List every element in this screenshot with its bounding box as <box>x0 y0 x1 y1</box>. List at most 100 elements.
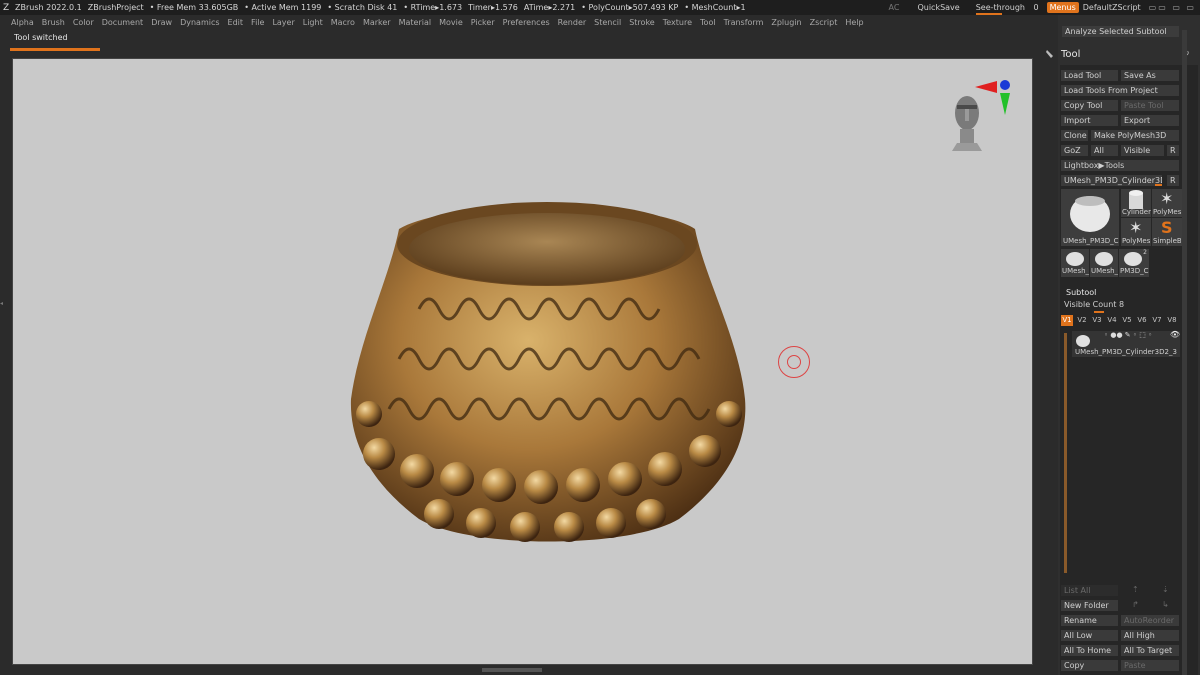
title-right-controls: AC QuickSave See-through 0 Menus Default… <box>881 0 1200 15</box>
subtool-toggle-icons[interactable]: ◦ ●● ✎ ◦ ⬚ ◦ <box>1104 331 1152 339</box>
arrow-up-icon[interactable]: ⇡ <box>1132 585 1139 594</box>
subtool-scrollbar[interactable] <box>1064 333 1067 573</box>
menu-marker[interactable]: Marker <box>363 18 391 27</box>
goz-all-button[interactable]: All <box>1091 145 1118 156</box>
undo-icon[interactable]: ↳ <box>1162 600 1169 609</box>
menu-file[interactable]: File <box>251 18 264 27</box>
tool-thumb-main[interactable]: UMesh_PM3D_C <box>1061 189 1119 246</box>
axis-gizmo-icon[interactable] <box>975 77 1015 121</box>
menu-document[interactable]: Document <box>102 18 143 27</box>
current-tool-r-button[interactable]: R <box>1167 175 1179 186</box>
goz-button[interactable]: GoZ <box>1061 145 1088 156</box>
menu-zscript[interactable]: Zscript <box>810 18 838 27</box>
list-all-button[interactable]: List All <box>1061 585 1118 596</box>
save-as-button[interactable]: Save As <box>1121 70 1179 81</box>
tool-thumb-3-count: 2 <box>1143 249 1147 256</box>
menu-zplugin[interactable]: Zplugin <box>771 18 801 27</box>
menu-render[interactable]: Render <box>558 18 586 27</box>
all-to-home-button[interactable]: All To Home <box>1061 645 1118 656</box>
paste-tool-button[interactable]: Paste Tool <box>1121 100 1179 111</box>
tool-thumb-3[interactable]: 2 PM3D_C <box>1119 249 1149 277</box>
load-tools-from-project-button[interactable]: Load Tools From Project <box>1061 85 1179 96</box>
left-tray-handle[interactable]: ◂ <box>0 300 6 350</box>
tool-thumb-simpleb[interactable]: S SimpleB <box>1152 218 1182 246</box>
tool-thumb-polymesh2[interactable]: ✶ PolyMes <box>1121 218 1151 246</box>
goz-visible-button[interactable]: Visible <box>1121 145 1164 156</box>
menu-brush[interactable]: Brush <box>42 18 65 27</box>
subtool-header[interactable]: Subtool <box>1066 286 1096 300</box>
project-name: ZBrushProject <box>87 3 144 12</box>
menu-picker[interactable]: Picker <box>471 18 495 27</box>
visible-count-bar <box>1094 311 1104 313</box>
redo-icon[interactable]: ↱ <box>1132 600 1139 609</box>
tool-thumb-1[interactable]: UMesh_ <box>1061 249 1089 277</box>
active-mem: • Active Mem 1199 <box>244 3 322 12</box>
all-to-target-button[interactable]: All To Target <box>1121 645 1179 656</box>
eye-icon[interactable]: 👁 <box>1170 330 1180 339</box>
tool-thumb-cylinder[interactable]: Cylinder <box>1121 189 1151 217</box>
canvas-viewport[interactable] <box>12 58 1033 665</box>
menu-movie[interactable]: Movie <box>439 18 463 27</box>
subtool-item[interactable]: ◦ ●● ✎ ◦ ⬚ ◦ 👁 UMesh_PM3D_Cylinder3D2_3 <box>1072 330 1180 357</box>
make-polymesh-button[interactable]: Make PolyMesh3D <box>1091 130 1179 141</box>
menu-stroke[interactable]: Stroke <box>629 18 655 27</box>
new-folder-button[interactable]: New Folder <box>1061 600 1118 611</box>
analyze-subtool-button[interactable]: Analyze Selected Subtool <box>1062 26 1179 37</box>
menu-light[interactable]: Light <box>303 18 323 27</box>
menu-alpha[interactable]: Alpha <box>11 18 34 27</box>
menu-transform[interactable]: Transform <box>724 18 764 27</box>
menu-dynamics[interactable]: Dynamics <box>180 18 219 27</box>
copy-tool-button[interactable]: Copy Tool <box>1061 100 1118 111</box>
vtab-v1[interactable]: V1 <box>1061 315 1073 326</box>
tool-header[interactable]: Tool <box>1061 48 1080 62</box>
quicksave-button[interactable]: QuickSave <box>917 3 959 12</box>
ac-button[interactable]: AC <box>889 3 900 12</box>
lightbox-tools-button[interactable]: Lightbox▶Tools <box>1061 160 1179 171</box>
all-high-button[interactable]: All High <box>1121 630 1179 641</box>
vtab-v5[interactable]: V5 <box>1121 315 1133 326</box>
menu-texture[interactable]: Texture <box>663 18 692 27</box>
clone-button[interactable]: Clone <box>1061 130 1088 141</box>
right-tray-scrollbar[interactable] <box>1182 30 1187 675</box>
menu-edit[interactable]: Edit <box>228 18 244 27</box>
current-tool-slider[interactable]: UMesh_PM3D_Cylinder3D2_3 <box>1061 175 1162 186</box>
rename-button[interactable]: Rename <box>1061 615 1118 626</box>
tool-thumb-simpleb-label: SimpleB <box>1153 237 1181 245</box>
menu-help[interactable]: Help <box>845 18 863 27</box>
menu-material[interactable]: Material <box>399 18 432 27</box>
menu-layer[interactable]: Layer <box>272 18 294 27</box>
seethrough-slider[interactable]: See-through 0 <box>975 3 1039 15</box>
load-tool-button[interactable]: Load Tool <box>1061 70 1118 81</box>
bottom-tray-handle[interactable] <box>482 668 542 672</box>
vtab-v6[interactable]: V6 <box>1136 315 1148 326</box>
vtab-v3[interactable]: V3 <box>1091 315 1103 326</box>
copy-button[interactable]: Copy <box>1061 660 1118 671</box>
vtab-v8[interactable]: V8 <box>1166 315 1178 326</box>
zbrush-logo-icon: Z <box>3 2 10 13</box>
autoreorder-button[interactable]: AutoReorder <box>1121 615 1179 626</box>
menu-tool[interactable]: Tool <box>700 18 716 27</box>
vtab-v4[interactable]: V4 <box>1106 315 1118 326</box>
menu-color[interactable]: Color <box>73 18 94 27</box>
paste-button[interactable]: Paste <box>1121 660 1179 671</box>
menus-button[interactable]: Menus <box>1046 2 1079 13</box>
pin-icon[interactable] <box>1045 49 1055 59</box>
arrow-down-icon[interactable]: ⇣ <box>1162 585 1169 594</box>
vtab-v7[interactable]: V7 <box>1151 315 1163 326</box>
subtool-thumbnail-icon <box>1076 335 1090 347</box>
import-button[interactable]: Import <box>1061 115 1118 126</box>
defaultzscript-button[interactable]: DefaultZScript <box>1083 3 1141 12</box>
menu-draw[interactable]: Draw <box>151 18 172 27</box>
menu-preferences[interactable]: Preferences <box>503 18 550 27</box>
window-controls[interactable]: ▭▭ ▭ ▭ <box>1149 3 1196 12</box>
tool-thumb-2[interactable]: UMesh_ <box>1090 249 1118 277</box>
app-version: ZBrush 2022.0.1 <box>15 3 82 12</box>
vtab-v2[interactable]: V2 <box>1076 315 1088 326</box>
tool-thumb-polymesh[interactable]: ✶ PolyMes <box>1152 189 1182 217</box>
menu-macro[interactable]: Macro <box>331 18 355 27</box>
export-button[interactable]: Export <box>1121 115 1179 126</box>
visible-count-slider[interactable]: Visible Count 8 <box>1061 300 1176 313</box>
goz-r-button[interactable]: R <box>1167 145 1179 156</box>
menu-stencil[interactable]: Stencil <box>594 18 621 27</box>
all-low-button[interactable]: All Low <box>1061 630 1118 641</box>
